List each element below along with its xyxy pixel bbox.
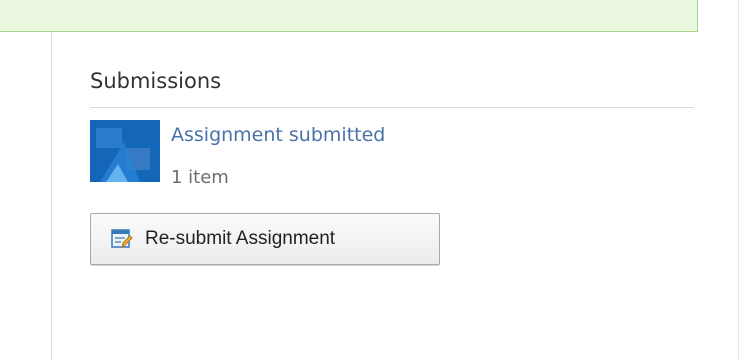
resubmit-button-label: Re-submit Assignment <box>145 228 336 249</box>
section-title: Submissions <box>90 69 222 93</box>
edit-form-icon <box>111 228 133 250</box>
success-banner <box>0 0 698 32</box>
page: Submissions Assignment submitted 1 item <box>0 0 756 360</box>
assignment-submitted-link[interactable]: Assignment submitted <box>171 124 385 146</box>
thumbnail-graphic <box>90 120 160 182</box>
content-left-border <box>51 32 52 360</box>
resubmit-assignment-button[interactable]: Re-submit Assignment <box>90 213 440 265</box>
submission-count: 1 item <box>171 167 229 188</box>
document-thumbnail-icon[interactable] <box>90 120 160 182</box>
content-right-border <box>738 0 739 360</box>
title-divider <box>90 107 694 108</box>
